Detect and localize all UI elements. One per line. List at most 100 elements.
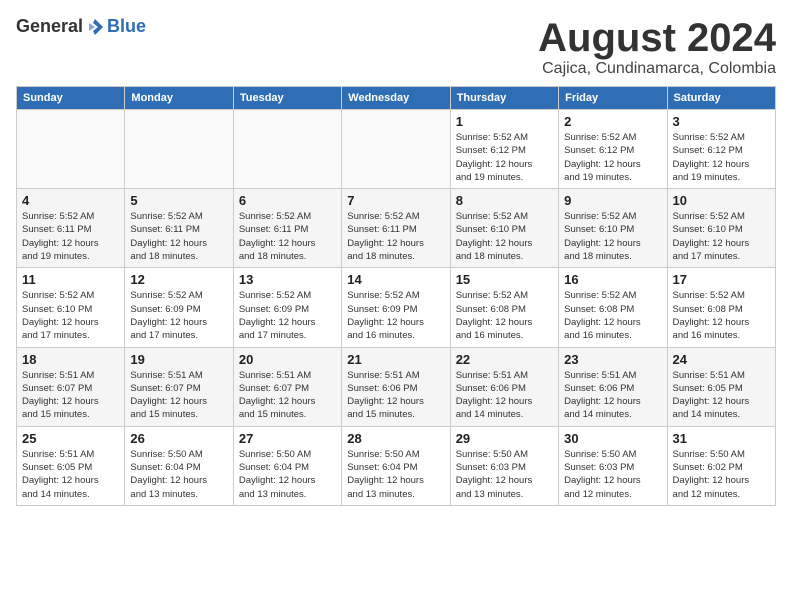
day-info: Sunrise: 5:50 AMSunset: 6:03 PMDaylight:…: [456, 448, 553, 501]
day-number: 2: [564, 114, 661, 129]
day-info: Sunrise: 5:52 AMSunset: 6:09 PMDaylight:…: [130, 289, 227, 342]
calendar-cell: 17Sunrise: 5:52 AMSunset: 6:08 PMDayligh…: [667, 268, 775, 347]
day-number: 31: [673, 431, 770, 446]
day-info: Sunrise: 5:52 AMSunset: 6:08 PMDaylight:…: [564, 289, 661, 342]
calendar-cell: 1 Sunrise: 5:52 AMSunset: 6:12 PMDaylight…: [450, 110, 558, 189]
calendar-week-row: 11Sunrise: 5:52 AMSunset: 6:10 PMDayligh…: [17, 268, 776, 347]
calendar-cell: 31Sunrise: 5:50 AMSunset: 6:02 PMDayligh…: [667, 426, 775, 505]
page-header: General Blue August 2024 Cajica, Cundina…: [16, 16, 776, 78]
calendar-cell: 2 Sunrise: 5:52 AMSunset: 6:12 PMDaylight…: [559, 110, 667, 189]
day-info: Sunrise: 5:50 AMSunset: 6:04 PMDaylight:…: [347, 448, 444, 501]
calendar-cell: 18 Sunrise: 5:51 AMSunset: 6:07 PMDayligh…: [17, 347, 125, 426]
calendar-cell: 3 Sunrise: 5:52 AMSunset: 6:12 PMDaylight…: [667, 110, 775, 189]
calendar-cell: 25 Sunrise: 5:51 AMSunset: 6:05 PMDayligh…: [17, 426, 125, 505]
day-info: Sunrise: 5:51 AMSunset: 6:07 PMDaylight:…: [22, 369, 119, 422]
day-number: 19: [130, 352, 227, 367]
calendar-cell: 26Sunrise: 5:50 AMSunset: 6:04 PMDayligh…: [125, 426, 233, 505]
weekday-header: Sunday: [17, 87, 125, 110]
day-info: Sunrise: 5:51 AMSunset: 6:05 PMDaylight:…: [673, 369, 770, 422]
calendar-cell: 30 Sunrise: 5:50 AMSunset: 6:03 PMDayligh…: [559, 426, 667, 505]
day-number: 7: [347, 193, 444, 208]
weekday-header: Wednesday: [342, 87, 450, 110]
day-info: Sunrise: 5:52 AMSunset: 6:09 PMDaylight:…: [347, 289, 444, 342]
day-number: 11: [22, 272, 119, 287]
day-info: Sunrise: 5:52 AMSunset: 6:11 PMDaylight:…: [130, 210, 227, 263]
weekday-header: Friday: [559, 87, 667, 110]
logo-icon: [85, 17, 105, 37]
calendar-cell: [125, 110, 233, 189]
day-info: Sunrise: 5:51 AMSunset: 6:07 PMDaylight:…: [130, 369, 227, 422]
weekday-header: Monday: [125, 87, 233, 110]
calendar-cell: 10 Sunrise: 5:52 AMSunset: 6:10 PMDayligh…: [667, 189, 775, 268]
calendar-week-row: 25 Sunrise: 5:51 AMSunset: 6:05 PMDayligh…: [17, 426, 776, 505]
day-number: 16: [564, 272, 661, 287]
day-info: Sunrise: 5:51 AMSunset: 6:05 PMDaylight:…: [22, 448, 119, 501]
day-number: 10: [673, 193, 770, 208]
day-number: 9: [564, 193, 661, 208]
weekday-header: Thursday: [450, 87, 558, 110]
day-number: 28: [347, 431, 444, 446]
day-info: Sunrise: 5:52 AMSunset: 6:12 PMDaylight:…: [456, 131, 553, 184]
weekday-header: Saturday: [667, 87, 775, 110]
day-info: Sunrise: 5:51 AMSunset: 6:06 PMDaylight:…: [456, 369, 553, 422]
day-info: Sunrise: 5:50 AMSunset: 6:03 PMDaylight:…: [564, 448, 661, 501]
day-number: 15: [456, 272, 553, 287]
day-number: 3: [673, 114, 770, 129]
calendar-cell: 12 Sunrise: 5:52 AMSunset: 6:09 PMDayligh…: [125, 268, 233, 347]
calendar-week-row: 18 Sunrise: 5:51 AMSunset: 6:07 PMDayligh…: [17, 347, 776, 426]
day-info: Sunrise: 5:51 AMSunset: 6:06 PMDaylight:…: [347, 369, 444, 422]
day-number: 17: [673, 272, 770, 287]
weekday-header: Tuesday: [233, 87, 341, 110]
day-number: 30: [564, 431, 661, 446]
day-number: 18: [22, 352, 119, 367]
day-number: 22: [456, 352, 553, 367]
calendar-header-row: SundayMondayTuesdayWednesdayThursdayFrid…: [17, 87, 776, 110]
calendar-week-row: 1 Sunrise: 5:52 AMSunset: 6:12 PMDaylight…: [17, 110, 776, 189]
day-number: 20: [239, 352, 336, 367]
title-block: August 2024 Cajica, Cundinamarca, Colomb…: [538, 16, 776, 78]
day-info: Sunrise: 5:52 AMSunset: 6:11 PMDaylight:…: [22, 210, 119, 263]
logo-general-text: General: [16, 16, 83, 37]
calendar-cell: 19 Sunrise: 5:51 AMSunset: 6:07 PMDayligh…: [125, 347, 233, 426]
calendar-cell: 6Sunrise: 5:52 AMSunset: 6:11 PMDaylight…: [233, 189, 341, 268]
calendar-cell: [342, 110, 450, 189]
calendar-cell: 7 Sunrise: 5:52 AMSunset: 6:11 PMDaylight…: [342, 189, 450, 268]
day-info: Sunrise: 5:52 AMSunset: 6:12 PMDaylight:…: [564, 131, 661, 184]
calendar-cell: 20 Sunrise: 5:51 AMSunset: 6:07 PMDayligh…: [233, 347, 341, 426]
day-number: 8: [456, 193, 553, 208]
day-info: Sunrise: 5:51 AMSunset: 6:07 PMDaylight:…: [239, 369, 336, 422]
calendar-cell: 14 Sunrise: 5:52 AMSunset: 6:09 PMDayligh…: [342, 268, 450, 347]
calendar-cell: [233, 110, 341, 189]
day-number: 4: [22, 193, 119, 208]
day-number: 1: [456, 114, 553, 129]
calendar-cell: 8 Sunrise: 5:52 AMSunset: 6:10 PMDaylight…: [450, 189, 558, 268]
calendar-cell: 24 Sunrise: 5:51 AMSunset: 6:05 PMDayligh…: [667, 347, 775, 426]
calendar-week-row: 4 Sunrise: 5:52 AMSunset: 6:11 PMDaylight…: [17, 189, 776, 268]
day-number: 25: [22, 431, 119, 446]
day-number: 24: [673, 352, 770, 367]
day-info: Sunrise: 5:50 AMSunset: 6:04 PMDaylight:…: [239, 448, 336, 501]
day-number: 14: [347, 272, 444, 287]
day-number: 13: [239, 272, 336, 287]
calendar-cell: 13 Sunrise: 5:52 AMSunset: 6:09 PMDayligh…: [233, 268, 341, 347]
day-info: Sunrise: 5:52 AMSunset: 6:10 PMDaylight:…: [564, 210, 661, 263]
calendar-cell: 11Sunrise: 5:52 AMSunset: 6:10 PMDayligh…: [17, 268, 125, 347]
day-info: Sunrise: 5:52 AMSunset: 6:09 PMDaylight:…: [239, 289, 336, 342]
calendar-cell: 22 Sunrise: 5:51 AMSunset: 6:06 PMDayligh…: [450, 347, 558, 426]
calendar-cell: 29 Sunrise: 5:50 AMSunset: 6:03 PMDayligh…: [450, 426, 558, 505]
logo-blue-text: Blue: [107, 16, 146, 37]
day-info: Sunrise: 5:52 AMSunset: 6:10 PMDaylight:…: [456, 210, 553, 263]
day-info: Sunrise: 5:51 AMSunset: 6:06 PMDaylight:…: [564, 369, 661, 422]
day-info: Sunrise: 5:52 AMSunset: 6:12 PMDaylight:…: [673, 131, 770, 184]
calendar-cell: 15Sunrise: 5:52 AMSunset: 6:08 PMDayligh…: [450, 268, 558, 347]
logo: General Blue: [16, 16, 146, 37]
day-number: 6: [239, 193, 336, 208]
day-info: Sunrise: 5:52 AMSunset: 6:11 PMDaylight:…: [347, 210, 444, 263]
day-number: 26: [130, 431, 227, 446]
calendar-cell: 21 Sunrise: 5:51 AMSunset: 6:06 PMDayligh…: [342, 347, 450, 426]
day-number: 29: [456, 431, 553, 446]
day-info: Sunrise: 5:52 AMSunset: 6:10 PMDaylight:…: [673, 210, 770, 263]
day-number: 12: [130, 272, 227, 287]
calendar-cell: 9 Sunrise: 5:52 AMSunset: 6:10 PMDaylight…: [559, 189, 667, 268]
day-number: 21: [347, 352, 444, 367]
